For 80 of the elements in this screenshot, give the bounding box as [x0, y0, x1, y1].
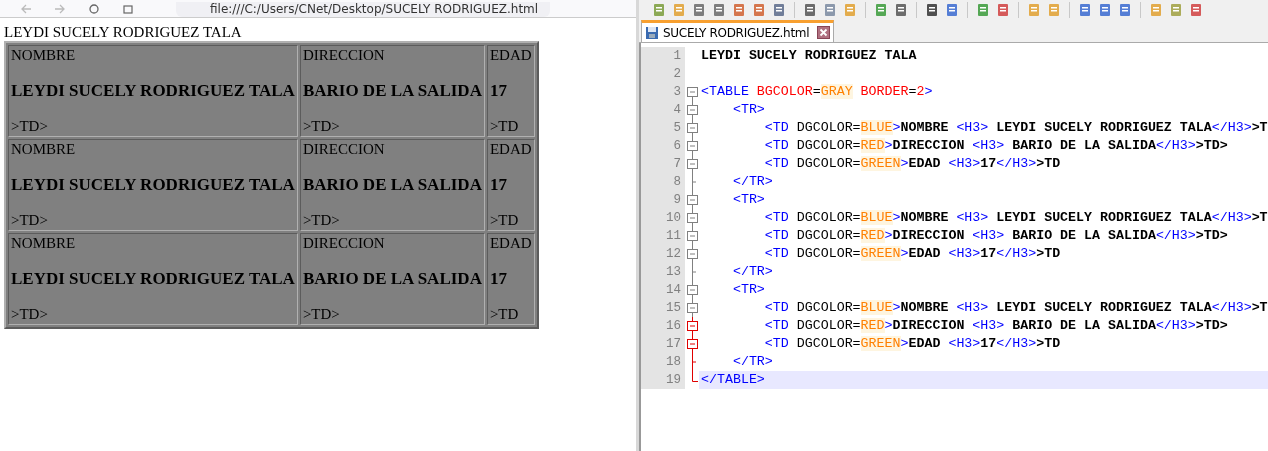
- line-number: 14: [641, 281, 685, 299]
- line-number: 10: [641, 209, 685, 227]
- cell-text: >TD: [489, 306, 520, 323]
- cell-label: EDAD: [489, 141, 532, 158]
- line-number: 18: [641, 353, 685, 371]
- cell-heading: LEYDI SUCELY RODRIGUEZ TALA: [11, 81, 295, 101]
- fold-marker-icon[interactable]: [685, 317, 699, 335]
- address-bar[interactable]: file:///C:/Users/CNet/Desktop/SUCELY RODRIGUEZ.html: [176, 2, 550, 17]
- cell-heading: BARIO DE LA SALIDA: [302, 269, 482, 289]
- cell-heading: LEYDI SUCELY RODRIGUEZ TALA: [11, 269, 295, 289]
- fold-marker-icon[interactable]: [685, 209, 699, 227]
- cell-heading: BARIO DE LA SALIDA: [302, 81, 482, 101]
- cell-text: >TD>: [11, 306, 49, 323]
- line-number: 8: [641, 173, 685, 191]
- code-line: <TD DGCOLOR=RED>DIRECCION <H3> BARIO DE LA SALIDA</H3>>TD>: [763, 137, 1229, 155]
- code-line: <TD DGCOLOR=GREEN>EDAD <H3>17</H3>>TD: [763, 335, 1062, 353]
- page-heading: LEYDI SUCELY RODRIGUEZ TALA: [4, 24, 243, 41]
- cell-label: DIRECCION: [302, 235, 386, 252]
- cell-text: >TD>: [302, 306, 341, 323]
- file-tab[interactable]: SUCELY RODRIGUEZ.html: [641, 20, 835, 42]
- code-line: <TD DGCOLOR=GREEN>EDAD <H3>17</H3>>TD: [763, 245, 1062, 263]
- cell-label: DIRECCION: [302, 141, 386, 158]
- close-icon[interactable]: [817, 26, 831, 39]
- fold-marker-icon[interactable]: [685, 137, 699, 155]
- line-number: 5: [641, 119, 685, 137]
- cell-label: NOMBRE: [11, 235, 77, 252]
- line-number: 4: [641, 101, 685, 119]
- line-number: 6: [641, 137, 685, 155]
- code-line: <TD DGCOLOR=BLUE>NOMBRE <H3> LEYDI SUCELY RODRIGUEZ TALA</H3>>T: [763, 209, 1268, 227]
- cell-heading: LEYDI SUCELY RODRIGUEZ TALA: [11, 175, 295, 195]
- fold-marker-icon[interactable]: [685, 335, 699, 353]
- line-number: 16: [641, 317, 685, 335]
- cell-text: >TD>: [302, 212, 341, 229]
- fold-marker-icon[interactable]: [685, 281, 699, 299]
- line-number: 3: [641, 83, 685, 101]
- line-number: 2: [641, 65, 685, 83]
- cell-text: >TD>: [11, 212, 49, 229]
- cell-label: EDAD: [489, 235, 532, 252]
- line-number: 1: [641, 47, 685, 65]
- code-line: <TR>: [731, 101, 766, 119]
- code-line: <TD DGCOLOR=GREEN>EDAD <H3>17</H3>>TD: [763, 155, 1062, 173]
- cell-label: NOMBRE: [11, 47, 77, 64]
- code-line: LEYDI SUCELY RODRIGUEZ TALA: [700, 47, 918, 65]
- code-line: <TR>: [731, 281, 766, 299]
- code-line: </TR>: [731, 353, 774, 371]
- fold-marker-icon[interactable]: [685, 191, 699, 209]
- cell-heading: BARIO DE LA SALIDA: [302, 175, 482, 195]
- cell-text: >TD>: [302, 118, 341, 135]
- line-number: 12: [641, 245, 685, 263]
- line-number: 13: [641, 263, 685, 281]
- line-number: 7: [641, 155, 685, 173]
- code-line: <TR>: [731, 191, 766, 209]
- cell-text: >TD>: [11, 118, 49, 135]
- code-line: </TR>: [731, 263, 774, 281]
- line-number: 19: [641, 371, 685, 389]
- cell-heading: 17: [489, 81, 508, 101]
- code-line: <TABLE BGCOLOR=GRAY BORDER=2>: [700, 83, 934, 101]
- cell-label: DIRECCION: [302, 47, 386, 64]
- code-line: </TR>: [731, 173, 774, 191]
- code-line: <TD DGCOLOR=BLUE>NOMBRE <H3> LEYDI SUCELY RODRIGUEZ TALA</H3>>T: [763, 299, 1268, 317]
- line-number: 11: [641, 227, 685, 245]
- fold-marker-icon[interactable]: [685, 299, 699, 317]
- fold-marker-icon[interactable]: [685, 119, 699, 137]
- cell-label: EDAD: [489, 47, 532, 64]
- cell-heading: 17: [489, 175, 508, 195]
- fold-marker-icon[interactable]: [685, 245, 699, 263]
- line-number: 15: [641, 299, 685, 317]
- cell-text: >TD: [489, 212, 520, 229]
- fold-marker-icon[interactable]: [685, 101, 699, 119]
- fold-marker-icon[interactable]: [685, 155, 699, 173]
- cell-heading: 17: [489, 269, 508, 289]
- code-line: <TD DGCOLOR=RED>DIRECCION <H3> BARIO DE LA SALIDA</H3>>TD>: [763, 227, 1229, 245]
- reload-icon[interactable]: [88, 4, 100, 14]
- code-line: <TD DGCOLOR=RED>DIRECCION <H3> BARIO DE LA SALIDA</H3>>TD>: [763, 317, 1229, 335]
- fold-marker-icon[interactable]: [685, 227, 699, 245]
- line-number: 9: [641, 191, 685, 209]
- line-number: 17: [641, 335, 685, 353]
- cell-label: NOMBRE: [11, 141, 77, 158]
- code-line: <TD DGCOLOR=BLUE>NOMBRE <H3> LEYDI SUCELY RODRIGUEZ TALA</H3>>T: [763, 119, 1268, 137]
- cell-text: >TD: [489, 118, 520, 135]
